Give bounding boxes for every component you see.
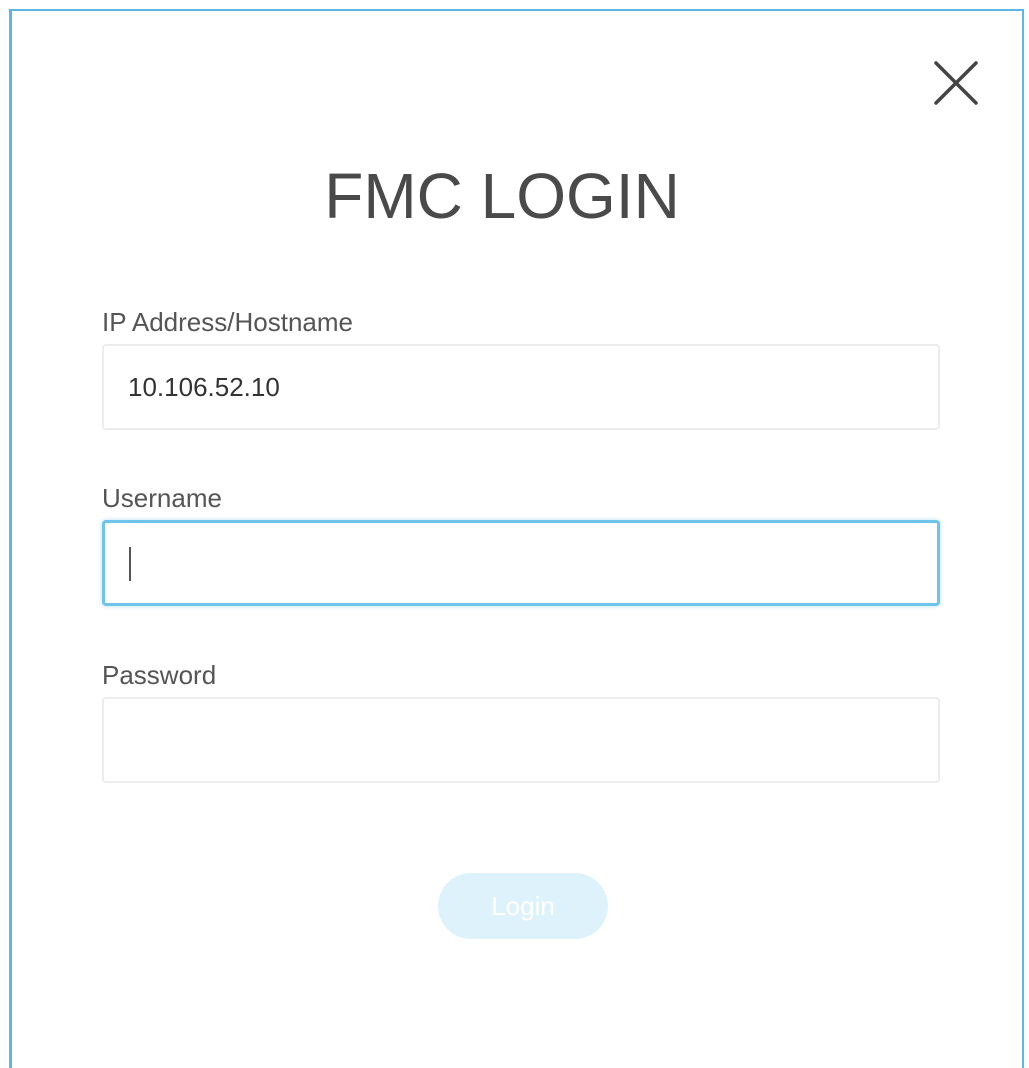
ip-address-field[interactable]: 10.106.52.10 [102,344,940,430]
ip-address-label: IP Address/Hostname [102,307,353,337]
login-button[interactable]: Login [438,873,608,939]
dialog-title: FMC LOGIN [324,160,680,232]
username-field[interactable] [102,520,940,606]
password-label: Password [102,660,217,690]
login-dialog: FMC LOGIN IP Address/Hostname 10.106.52.… [9,9,1024,1068]
ip-address-value: 10.106.52.10 [128,372,280,402]
close-icon [934,61,978,105]
password-field[interactable] [102,697,940,783]
text-caret [129,547,131,581]
username-label: Username [102,483,222,513]
close-button[interactable] [930,57,982,109]
